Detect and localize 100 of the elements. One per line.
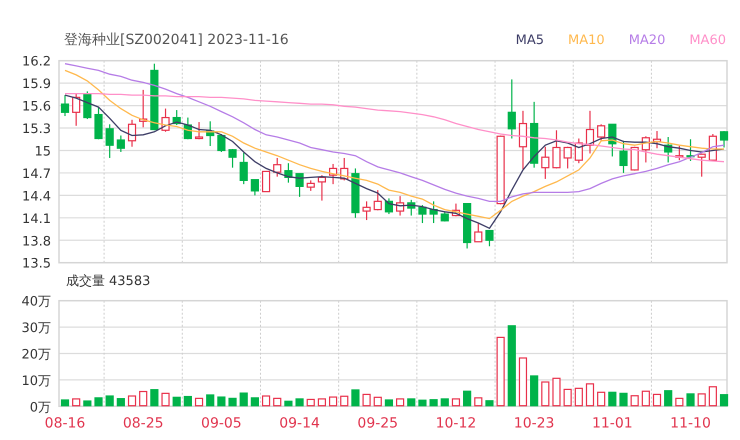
candlestick — [340, 158, 348, 180]
x-axis-label: 09-05 — [201, 415, 242, 432]
candlestick — [608, 124, 616, 156]
candlestick — [530, 102, 538, 168]
candlestick — [318, 175, 326, 201]
candlestick — [698, 154, 706, 177]
candlestick — [485, 230, 494, 246]
candlestick — [407, 200, 416, 216]
volume-bar — [642, 390, 650, 406]
volume-bar — [574, 388, 583, 406]
candlestick — [374, 190, 382, 210]
volume-bar — [351, 389, 360, 406]
y-axis-label: 13.5 — [22, 256, 51, 271]
volume-bar — [217, 396, 226, 406]
volume-bar — [184, 396, 192, 406]
volume-bar — [362, 394, 371, 406]
volume-bar — [619, 392, 628, 406]
candlestick — [128, 120, 136, 147]
candlestick — [452, 204, 460, 216]
volume-bar — [161, 392, 170, 406]
candlestick — [496, 136, 505, 204]
candlestick — [206, 121, 214, 146]
candlestick — [228, 148, 237, 168]
candlestick — [306, 180, 315, 191]
candlestick — [430, 201, 438, 224]
volume-bar — [116, 398, 125, 406]
volume-bar — [128, 395, 136, 406]
volume-bar — [530, 375, 538, 406]
y-axis-label: 14.7 — [22, 166, 51, 182]
candlestick — [184, 118, 192, 140]
candlestick — [564, 146, 572, 168]
volume-bar — [407, 398, 416, 406]
y-axis-label: 30万 — [21, 321, 51, 336]
volume-bar — [430, 399, 438, 406]
volume-bar — [150, 389, 158, 406]
volume-bar — [608, 392, 616, 406]
candlestick — [642, 136, 650, 162]
volume-bar — [106, 395, 114, 406]
volume-bar — [250, 397, 259, 406]
volume-bar — [262, 395, 270, 406]
y-axis-label: 40万 — [21, 294, 51, 310]
volume-bar — [552, 378, 561, 406]
candlestick — [172, 110, 181, 126]
volume-bar — [94, 397, 103, 406]
volume-bar — [306, 398, 315, 406]
candlestick — [664, 137, 672, 162]
volume-bar — [328, 396, 338, 406]
candlestick — [194, 122, 204, 140]
candlestick — [686, 139, 695, 161]
volume-bar — [194, 398, 204, 406]
volume-bar — [295, 398, 304, 406]
volume-bar — [273, 398, 282, 406]
candlestick — [384, 198, 394, 214]
candlestick — [60, 95, 70, 116]
volume-reading: 43583 — [109, 273, 150, 292]
candlestick — [262, 170, 270, 192]
candlestick — [83, 91, 92, 120]
y-axis-label: 13.8 — [22, 234, 51, 250]
volume-bar — [228, 398, 237, 406]
volume-title: 成交量 — [66, 273, 105, 292]
x-axis-label: 10-12 — [436, 415, 476, 432]
volume-bar — [72, 398, 80, 406]
candlestick — [619, 140, 628, 173]
y-axis-label: 15.3 — [22, 122, 51, 138]
candlestick — [351, 168, 360, 218]
volume-bar — [698, 393, 706, 406]
candlestick — [586, 110, 594, 154]
volume-bar — [720, 394, 728, 406]
candlestick — [463, 203, 472, 248]
candlestick — [240, 152, 248, 184]
volume-bar — [384, 399, 394, 406]
volume-bar — [440, 398, 449, 406]
x-axis-label: 08-25 — [122, 415, 164, 432]
x-axis-label: 10-23 — [514, 415, 554, 432]
candlestick — [250, 179, 259, 196]
candlestick — [273, 158, 282, 177]
candlestick — [150, 64, 158, 130]
volume-bar — [340, 396, 348, 406]
candlestick — [474, 223, 482, 242]
volume-bar — [83, 400, 92, 406]
candlestick — [161, 108, 170, 132]
volume-bar — [518, 357, 528, 406]
candlestick — [652, 131, 662, 148]
candlestick — [630, 146, 639, 171]
volume-bar — [396, 398, 404, 406]
y-axis-label: 16.2 — [22, 54, 51, 70]
legend-label: MA20 — [628, 32, 666, 50]
volume-bar — [240, 392, 248, 406]
y-axis-label: 15.9 — [22, 77, 51, 92]
legend-label: MA5 — [516, 32, 544, 50]
candlestick — [217, 134, 226, 152]
y-axis-label: 14.1 — [22, 212, 51, 227]
candlestick — [396, 196, 404, 216]
volume-bar — [664, 390, 672, 406]
candlestick — [518, 110, 528, 170]
x-axis-label: 09-14 — [279, 415, 320, 432]
volume-bar — [496, 336, 505, 406]
candlestick — [552, 130, 561, 168]
candlestick — [418, 205, 427, 224]
volume-bar — [541, 381, 550, 406]
